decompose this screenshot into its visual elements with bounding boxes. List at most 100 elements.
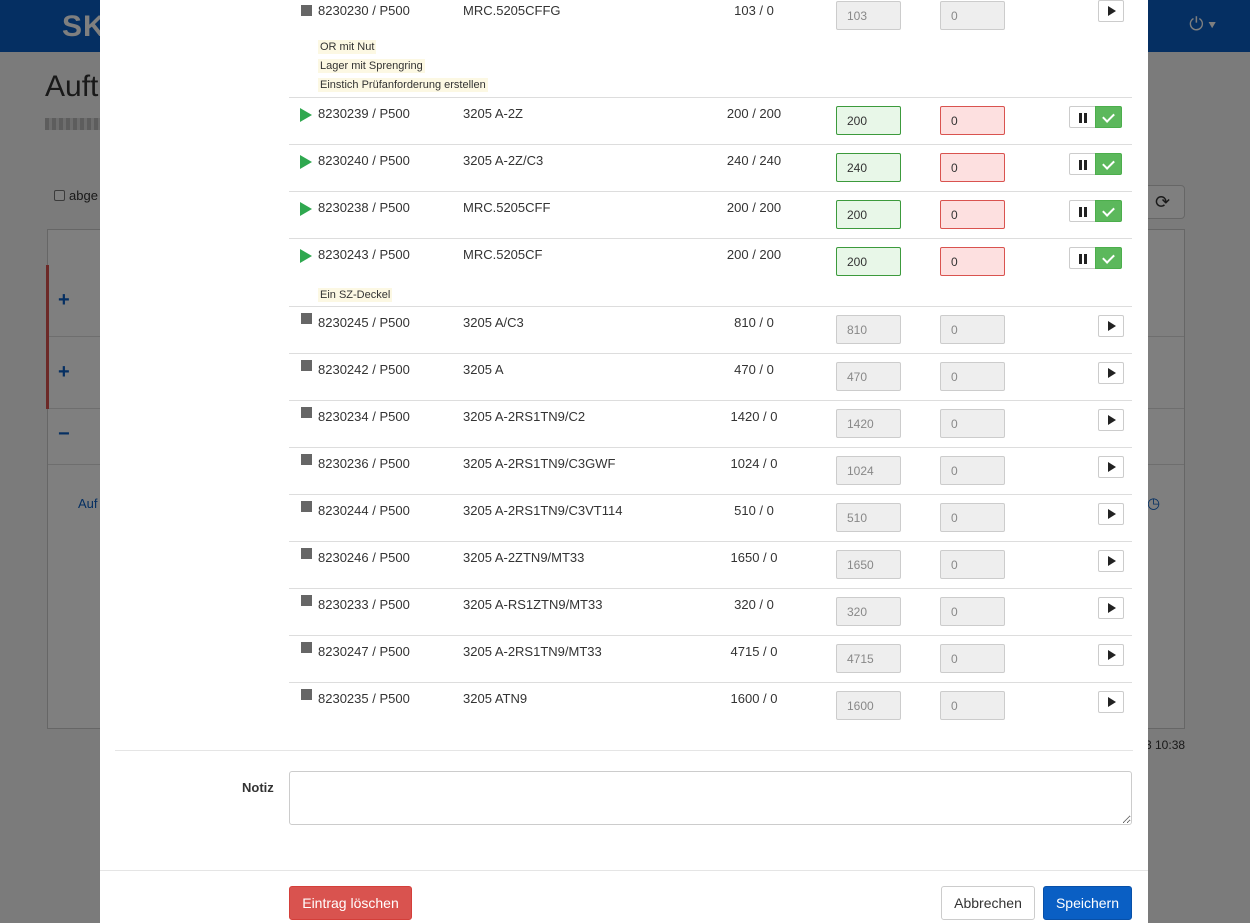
notiz-label: Notiz (242, 780, 274, 795)
good-quantity-input[interactable] (836, 409, 901, 438)
play-button[interactable] (1098, 315, 1124, 337)
scrap-quantity-input[interactable] (940, 247, 1005, 276)
confirm-button[interactable] (1095, 200, 1122, 222)
order-number: 8230234 / P500 (318, 409, 410, 424)
quantity: 200 / 200 (726, 247, 782, 262)
scrap-quantity-input[interactable] (940, 362, 1005, 391)
article-code: 3205 A-2RS1TN9/C3VT114 (463, 503, 623, 518)
quantity: 240 / 240 (726, 153, 782, 168)
confirm-button[interactable] (1095, 153, 1122, 175)
good-quantity-input[interactable] (836, 503, 901, 532)
order-number: 8230235 / P500 (318, 691, 410, 706)
good-quantity-input[interactable] (836, 200, 901, 229)
good-quantity-input[interactable] (836, 456, 901, 485)
good-quantity-input[interactable] (836, 597, 901, 626)
table-row: 8230235 / P500 3205 ATN9 1600 / 0 (289, 683, 1132, 730)
play-button[interactable] (1098, 644, 1124, 666)
play-button[interactable] (1098, 597, 1124, 619)
quantity: 1024 / 0 (730, 456, 778, 471)
order-number: 8230244 / P500 (318, 503, 410, 518)
table-row: 8230242 / P500 3205 A 470 / 0 (289, 354, 1132, 401)
good-quantity-input[interactable] (836, 550, 901, 579)
scrap-quantity-input[interactable] (940, 409, 1005, 438)
play-button[interactable] (1098, 456, 1124, 478)
running-icon (300, 155, 312, 169)
table-row: 8230245 / P500 3205 A/C3 810 / 0 (289, 307, 1132, 354)
order-number: 8230247 / P500 (318, 644, 410, 659)
scrap-quantity-input[interactable] (940, 456, 1005, 485)
good-quantity-input[interactable] (836, 153, 901, 182)
order-number: 8230236 / P500 (318, 456, 410, 471)
good-quantity-input[interactable] (836, 106, 901, 135)
cancel-button[interactable]: Abbrechen (941, 886, 1035, 920)
play-button[interactable] (1098, 691, 1124, 713)
stopped-icon (301, 454, 312, 465)
table-row: 8230243 / P500 MRC.5205CF 200 / 200 Ein SZ-… (289, 239, 1132, 307)
play-button[interactable] (1098, 503, 1124, 525)
scrap-quantity-input[interactable] (940, 503, 1005, 532)
pause-button[interactable] (1069, 106, 1096, 128)
order-note: Einstich Prüfanforderung erstellen (318, 78, 488, 92)
delete-entry-button[interactable]: Eintrag löschen (289, 886, 412, 920)
stopped-icon (301, 689, 312, 700)
quantity: 470 / 0 (734, 362, 774, 377)
play-button[interactable] (1098, 550, 1124, 572)
save-button[interactable]: Speichern (1043, 886, 1132, 920)
quantity: 103 / 0 (734, 3, 774, 18)
notiz-textarea[interactable] (289, 771, 1132, 825)
quantity: 1650 / 0 (730, 550, 778, 565)
article-code: 3205 A-2Z/C3 (463, 153, 544, 168)
scrap-quantity-input[interactable] (940, 200, 1005, 229)
scrap-quantity-input[interactable] (940, 597, 1005, 626)
order-note: Ein SZ-Deckel (318, 288, 393, 302)
article-code: 3205 A (463, 362, 504, 377)
running-icon (300, 108, 312, 122)
footer-divider (100, 870, 1148, 871)
article-code: 3205 A/C3 (463, 315, 524, 330)
order-number: 8230238 / P500 (318, 200, 410, 215)
order-number: 8230239 / P500 (318, 106, 410, 121)
pause-button[interactable] (1069, 200, 1096, 222)
table-row: 8230244 / P500 3205 A-2RS1TN9/C3VT114 510 … (289, 495, 1132, 542)
table-row: 8230240 / P500 3205 A-2Z/C3 240 / 240 (289, 145, 1132, 192)
pause-button[interactable] (1069, 153, 1096, 175)
table-row: 8230239 / P500 3205 A-2Z 200 / 200 (289, 98, 1132, 145)
stopped-icon (301, 360, 312, 371)
stopped-icon (301, 5, 312, 16)
divider (115, 750, 1133, 751)
scrap-quantity-input[interactable] (940, 1, 1005, 30)
pause-button[interactable] (1069, 247, 1096, 269)
good-quantity-input[interactable] (836, 362, 901, 391)
table-row: 8230236 / P500 3205 A-2RS1TN9/C3GWF 1024 /… (289, 448, 1132, 495)
order-number: 8230242 / P500 (318, 362, 410, 377)
scrap-quantity-input[interactable] (940, 153, 1005, 182)
scrap-quantity-input[interactable] (940, 315, 1005, 344)
stopped-icon (301, 501, 312, 512)
running-icon (300, 249, 312, 263)
play-button[interactable] (1098, 409, 1124, 431)
article-code: 3205 A-RS1ZTN9/MT33 (463, 597, 603, 612)
good-quantity-input[interactable] (836, 1, 901, 30)
scrap-quantity-input[interactable] (940, 691, 1005, 720)
order-number: 8230243 / P500 (318, 247, 410, 262)
quantity: 1600 / 0 (730, 691, 778, 706)
article-code: 3205 A-2RS1TN9/C3GWF (463, 456, 616, 471)
scrap-quantity-input[interactable] (940, 106, 1005, 135)
quantity: 4715 / 0 (730, 644, 778, 659)
confirm-button[interactable] (1095, 106, 1122, 128)
scrap-quantity-input[interactable] (940, 550, 1005, 579)
table-row: 8230230 / P500 MRC.5205CFFG 103 / 0 OR mit … (289, 0, 1132, 98)
stopped-icon (301, 548, 312, 559)
good-quantity-input[interactable] (836, 691, 901, 720)
scrap-quantity-input[interactable] (940, 644, 1005, 673)
quantity: 200 / 200 (726, 200, 782, 215)
table-row: 8230247 / P500 3205 A-2RS1TN9/MT33 4715 / … (289, 636, 1132, 683)
play-button[interactable] (1098, 0, 1124, 22)
good-quantity-input[interactable] (836, 247, 901, 276)
confirm-button[interactable] (1095, 247, 1122, 269)
order-number: 8230246 / P500 (318, 550, 410, 565)
good-quantity-input[interactable] (836, 644, 901, 673)
good-quantity-input[interactable] (836, 315, 901, 344)
play-button[interactable] (1098, 362, 1124, 384)
quantity: 1420 / 0 (730, 409, 778, 424)
